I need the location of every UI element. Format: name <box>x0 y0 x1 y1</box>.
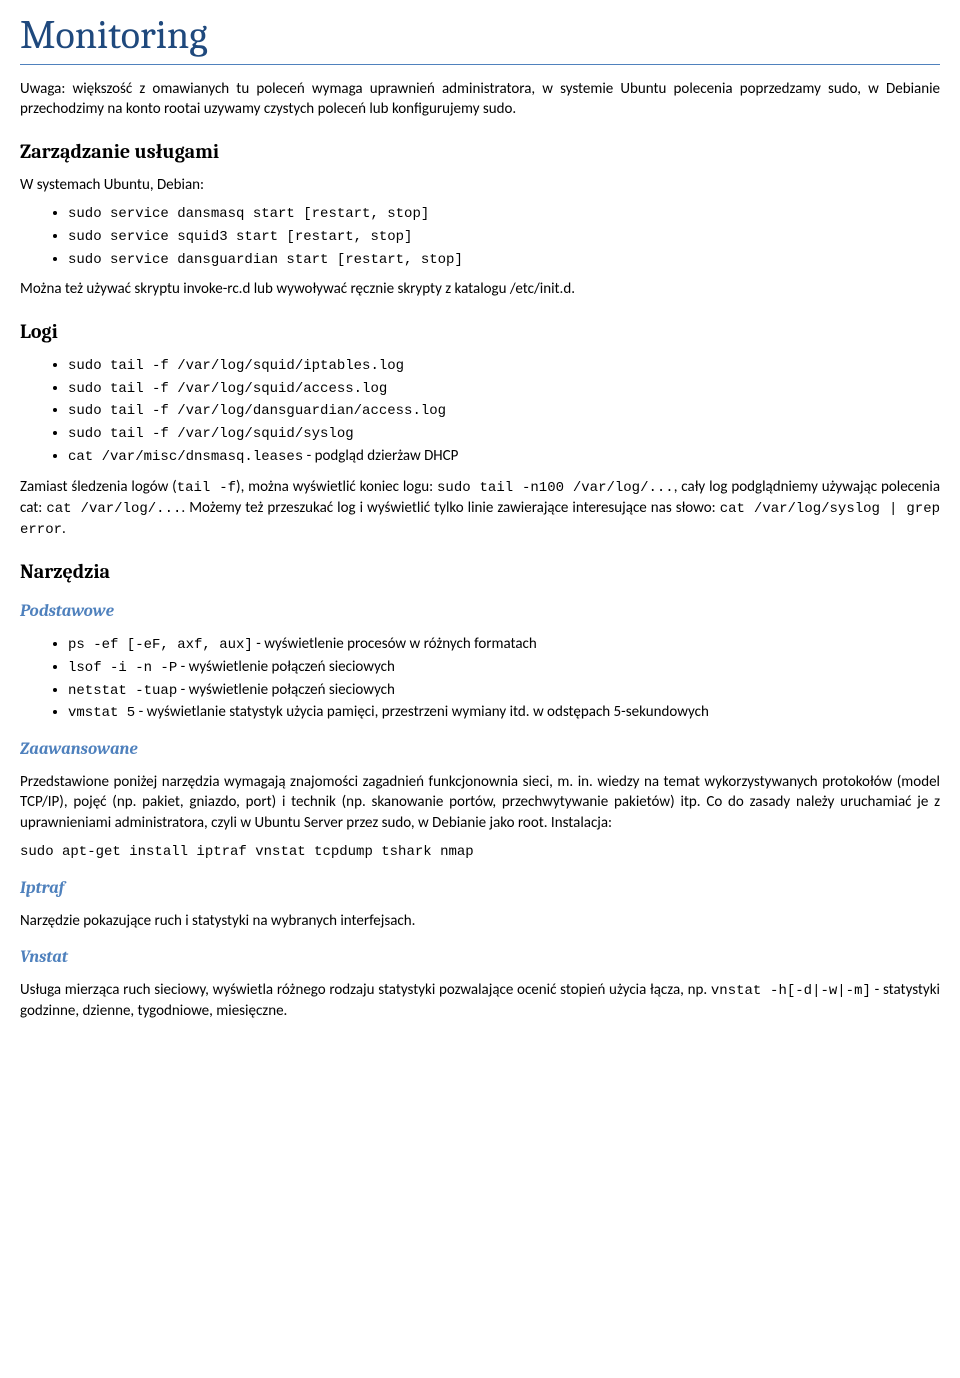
inline-command: cat /var/log/... <box>46 501 181 517</box>
install-command-line: sudo apt-get install iptraf vnstat tcpdu… <box>20 841 940 862</box>
logs-list: sudo tail -f /var/log/squid/iptables.log… <box>20 355 940 467</box>
logs-paragraph: Zamiast śledzenia logów (tail -f), można… <box>20 477 940 540</box>
services-list: sudo service dansmasq start [restart, st… <box>20 203 940 270</box>
vnstat-paragraph: Usługa mierząca ruch sieciowy, wyświetla… <box>20 980 940 1021</box>
text: Usługa mierząca ruch sieciowy, wyświetla… <box>20 981 711 999</box>
services-p2: Można też używać skryptu invoke-rc.d lub… <box>20 279 940 299</box>
text: ), można wyświetlić koniec logu: <box>236 478 437 496</box>
list-item: sudo tail -f /var/log/dansguardian/acces… <box>68 400 940 421</box>
command: sudo service dansguardian start [restart… <box>68 252 463 268</box>
command: sudo tail -f /var/log/squid/syslog <box>68 426 354 442</box>
command: sudo service dansmasq start [restart, st… <box>68 206 429 222</box>
command: sudo service squid3 start [restart, stop… <box>68 229 412 245</box>
list-item: cat /var/misc/dnsmasq.leases - podgląd d… <box>68 446 940 467</box>
list-item: lsof -i -n -P - wyświetlenie połączeń si… <box>68 657 940 678</box>
command: lsof -i -n -P <box>68 660 177 676</box>
advanced-paragraph: Przedstawione poniżej narzędzia wymagają… <box>20 772 940 833</box>
command: sudo tail -f /var/log/squid/access.log <box>68 381 387 397</box>
inline-command: tail -f <box>177 480 236 496</box>
text: Zamiast śledzenia logów ( <box>20 478 177 496</box>
list-item: vmstat 5 - wyświetlanie statystyk użycia… <box>68 702 940 723</box>
subsection-iptraf-heading: Iptraf <box>20 878 940 901</box>
page-title: Monitoring <box>20 8 940 65</box>
section-tools-heading: Narzędzia <box>20 558 940 585</box>
list-item: sudo service dansguardian start [restart… <box>68 249 940 270</box>
desc: - wyświetlenie połączeń sieciowych <box>177 658 395 676</box>
desc: - wyświetlenie procesów w różnych format… <box>253 635 537 653</box>
basic-tools-list: ps -ef [-eF, axf, aux] - wyświetlenie pr… <box>20 634 940 724</box>
section-services-heading: Zarządzanie usługami <box>20 138 940 165</box>
list-item: sudo tail -f /var/log/squid/iptables.log <box>68 355 940 376</box>
inline-command: vnstat -h[-d|-w|-m] <box>711 983 871 999</box>
text: . <box>62 520 66 538</box>
inline-command: sudo tail -n100 /var/log/... <box>437 480 674 496</box>
desc: - wyświetlanie statystyk użycia pamięci,… <box>135 703 709 721</box>
command: sudo tail -f /var/log/squid/iptables.log <box>68 358 404 374</box>
list-item: netstat -tuap - wyświetlenie połączeń si… <box>68 680 940 701</box>
command: sudo apt-get install iptraf vnstat tcpdu… <box>20 844 474 860</box>
command: netstat -tuap <box>68 683 177 699</box>
command: ps -ef [-eF, axf, aux] <box>68 637 253 653</box>
section-logs-heading: Logi <box>20 318 940 345</box>
subsection-basic-heading: Podstawowe <box>20 601 940 624</box>
subsection-vnstat-heading: Vnstat <box>20 947 940 970</box>
subsection-advanced-heading: Zaawansowane <box>20 739 940 762</box>
command: cat /var/misc/dnsmasq.leases <box>68 449 303 465</box>
intro-paragraph: Uwaga: większość z omawianych tu poleceń… <box>20 79 940 120</box>
list-item: sudo tail -f /var/log/squid/access.log <box>68 378 940 399</box>
list-item: ps -ef [-eF, axf, aux] - wyświetlenie pr… <box>68 634 940 655</box>
desc: - wyświetlenie połączeń sieciowych <box>177 681 395 699</box>
list-item: sudo service dansmasq start [restart, st… <box>68 203 940 224</box>
services-p1: W systemach Ubuntu, Debian: <box>20 175 940 195</box>
list-item: sudo service squid3 start [restart, stop… <box>68 226 940 247</box>
list-item: sudo tail -f /var/log/squid/syslog <box>68 423 940 444</box>
desc: - podgląd dzierżaw DHCP <box>303 447 458 465</box>
text: . Możemy też przeszukać log i wyświetlić… <box>181 499 719 517</box>
command: sudo tail -f /var/log/dansguardian/acces… <box>68 403 446 419</box>
command: vmstat 5 <box>68 705 135 721</box>
iptraf-paragraph: Narzędzie pokazujące ruch i statystyki n… <box>20 911 940 931</box>
